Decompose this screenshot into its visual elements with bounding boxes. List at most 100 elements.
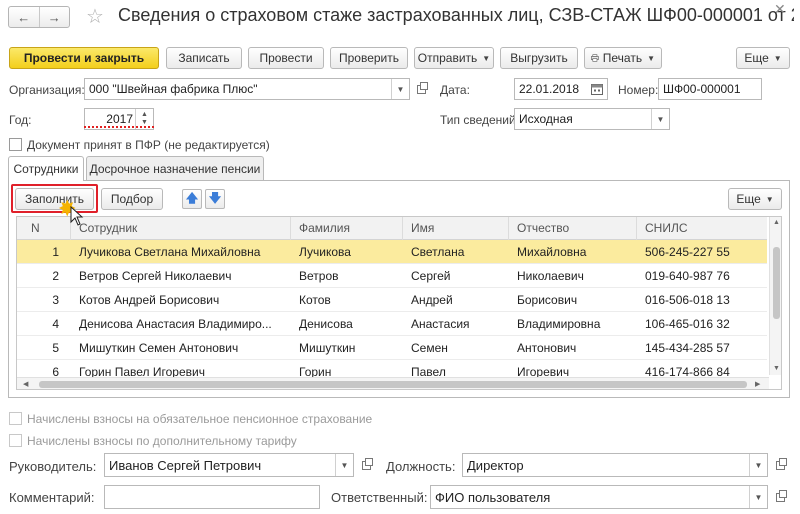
- table-header: N Сотрудник Фамилия Имя Отчество СНИЛС: [17, 217, 767, 240]
- column-header-first-name[interactable]: Имя: [403, 217, 509, 240]
- print-button[interactable]: Печать ▼: [584, 47, 662, 69]
- cell-first-name: Светлана: [411, 245, 465, 259]
- forward-arrow-icon[interactable]: →: [38, 7, 70, 27]
- comment-label: Комментарий:: [9, 490, 95, 505]
- additional-tariff-label: Начислены взносы по дополнительному тари…: [27, 434, 297, 448]
- open-organization-icon[interactable]: [412, 78, 430, 100]
- chevron-down-icon[interactable]: ▼: [335, 454, 353, 476]
- employees-table: N Сотрудник Фамилия Имя Отчество СНИЛС 1…: [16, 216, 782, 390]
- tab-early-pension[interactable]: Досрочное назначение пенсии: [86, 156, 264, 180]
- calendar-icon[interactable]: [591, 83, 603, 95]
- cell-snils: 145-434-285 57: [645, 341, 730, 355]
- grid-more-label: Еще: [736, 192, 761, 206]
- cell-employee: Ветров Сергей Николаевич: [79, 269, 232, 283]
- pfr-accepted-checkbox[interactable]: [9, 138, 22, 151]
- responsible-value: ФИО пользователя: [435, 489, 551, 505]
- comment-field[interactable]: [104, 485, 320, 509]
- cell-n: 2: [52, 269, 59, 283]
- history-nav: ← →: [8, 6, 70, 28]
- horizontal-scroll-thumb[interactable]: [39, 381, 747, 388]
- vertical-scroll-thumb[interactable]: [773, 247, 780, 319]
- position-value: Директор: [467, 457, 524, 473]
- cell-snils: 019-640-987 76: [645, 269, 730, 283]
- post-button[interactable]: Провести: [248, 47, 324, 69]
- cell-patronymic: Владимировна: [517, 317, 601, 331]
- pfr-accepted-label: Документ принят в ПФР (не редактируется): [27, 138, 270, 152]
- export-button[interactable]: Выгрузить: [500, 47, 578, 69]
- move-up-icon[interactable]: 🡅: [182, 189, 202, 209]
- info-type-label: Тип сведений:: [440, 113, 520, 127]
- open-responsible-icon[interactable]: [771, 486, 789, 508]
- check-button[interactable]: Проверить: [330, 47, 408, 69]
- number-field[interactable]: ШФ00-000001: [658, 78, 762, 100]
- info-type-field[interactable]: Исходная ▼: [514, 108, 670, 130]
- favorite-star-icon[interactable]: ☆: [86, 4, 104, 29]
- head-field[interactable]: Иванов Сергей Петрович ▼: [104, 453, 354, 477]
- cell-snils: 016-506-018 13: [645, 293, 730, 307]
- position-field[interactable]: Директор ▼: [462, 453, 768, 477]
- tab-employees[interactable]: Сотрудники: [8, 156, 84, 181]
- chevron-down-icon[interactable]: ▼: [651, 109, 669, 129]
- mandatory-contrib-label: Начислены взносы на обязательное пенсион…: [27, 412, 373, 426]
- chevron-down-icon: ▼: [482, 53, 491, 63]
- cell-last-name: Ветров: [299, 269, 339, 283]
- vertical-scrollbar[interactable]: ▲ ▼: [769, 217, 781, 375]
- column-header-last-name[interactable]: Фамилия: [291, 217, 403, 240]
- fill-button-highlight: [11, 184, 98, 213]
- open-head-icon[interactable]: [357, 454, 375, 476]
- column-header-snils[interactable]: СНИЛС: [637, 217, 767, 240]
- open-position-icon[interactable]: [771, 454, 789, 476]
- cell-patronymic: Антонович: [517, 341, 577, 355]
- table-row[interactable]: 3 Котов Андрей Борисович Котов Андрей Борисо…: [17, 288, 767, 312]
- cell-first-name: Сергей: [411, 269, 451, 283]
- cell-first-name: Андрей: [411, 293, 453, 307]
- organization-field[interactable]: 000 "Швейная фабрика Плюс" ▼: [84, 78, 410, 100]
- save-label: Записать: [178, 51, 230, 65]
- cell-n: 4: [52, 317, 59, 331]
- organization-value: 000 "Швейная фабрика Плюс": [89, 82, 258, 96]
- year-value: 2017: [106, 112, 133, 126]
- mandatory-contrib-checkbox[interactable]: [9, 412, 22, 425]
- organization-label: Организация:: [9, 83, 85, 97]
- chevron-down-icon[interactable]: ▼: [749, 486, 767, 508]
- print-label: Печать: [602, 51, 643, 65]
- cell-first-name: Анастасия: [411, 317, 470, 331]
- move-down-icon[interactable]: 🡇: [205, 189, 225, 209]
- cell-n: 3: [52, 293, 59, 307]
- chevron-down-icon[interactable]: ▼: [391, 79, 409, 99]
- column-header-employee[interactable]: Сотрудник: [71, 217, 291, 240]
- chevron-down-icon: ▼: [765, 194, 774, 204]
- chevron-down-icon: ▼: [773, 53, 782, 63]
- more-button[interactable]: Еще ▼: [736, 47, 790, 69]
- printer-icon: [591, 54, 599, 62]
- export-label: Выгрузить: [510, 51, 568, 65]
- horizontal-scrollbar[interactable]: ◀ ▶: [17, 377, 769, 389]
- table-row[interactable]: 2 Ветров Сергей Николаевич Ветров Сергей Ник…: [17, 264, 767, 288]
- scroll-down-icon[interactable]: ▼: [773, 365, 780, 372]
- post-label: Провести: [259, 51, 313, 65]
- post-and-close-button[interactable]: Провести и закрыть: [9, 47, 159, 69]
- date-field[interactable]: 22.01.2018: [514, 78, 608, 100]
- send-button[interactable]: Отправить ▼: [414, 47, 494, 69]
- table-row[interactable]: 1 Лучикова Светлана Михайловна Лучикова Све…: [17, 240, 767, 264]
- column-header-patronymic[interactable]: Отчество: [509, 217, 637, 240]
- scroll-up-icon[interactable]: ▲: [773, 219, 780, 226]
- scroll-right-icon[interactable]: ▶: [755, 380, 760, 388]
- back-arrow-icon[interactable]: ←: [9, 7, 39, 27]
- additional-tariff-checkbox[interactable]: [9, 434, 22, 447]
- mouse-cursor-icon: [70, 206, 84, 226]
- save-button[interactable]: Записать: [166, 47, 242, 69]
- select-button[interactable]: Подбор: [101, 188, 163, 210]
- tab-early-pension-label: Досрочное назначение пенсии: [89, 161, 261, 176]
- table-row[interactable]: 5 Мишуткин Семен Антонович Мишуткин Семен Ан…: [17, 336, 767, 360]
- chevron-down-icon[interactable]: ▼: [749, 454, 767, 476]
- responsible-field[interactable]: ФИО пользователя ▼: [430, 485, 768, 509]
- tab-employees-label: Сотрудники: [13, 162, 79, 176]
- info-type-value: Исходная: [519, 112, 573, 126]
- head-label: Руководитель:: [9, 459, 97, 474]
- table-row[interactable]: 4 Денисова Анастасия Владимиро... Денисова…: [17, 312, 767, 336]
- scroll-left-icon[interactable]: ◀: [23, 380, 28, 388]
- date-label: Дата:: [440, 83, 470, 97]
- close-icon[interactable]: ✕: [774, 1, 786, 18]
- grid-more-button[interactable]: Еще ▼: [728, 188, 782, 210]
